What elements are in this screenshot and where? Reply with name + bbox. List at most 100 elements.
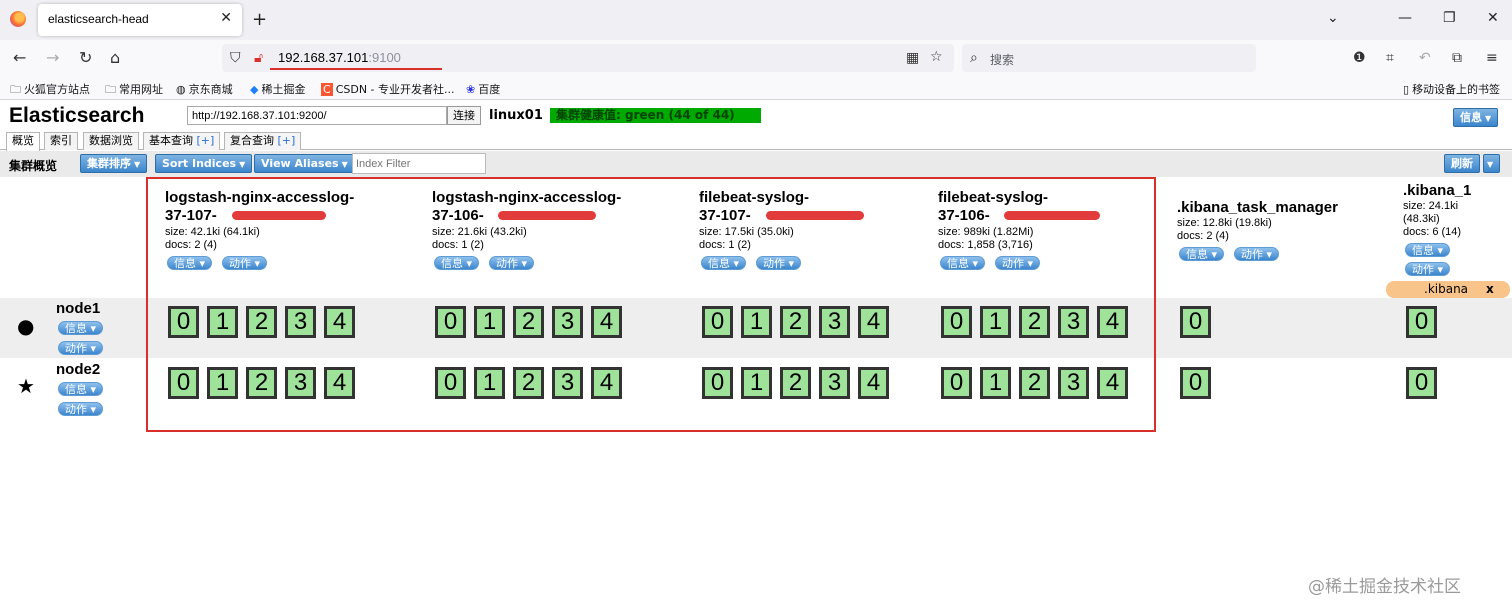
shard[interactable]: 2: [246, 306, 277, 338]
shard[interactable]: 0: [941, 306, 972, 338]
shard[interactable]: 4: [858, 367, 889, 399]
shard[interactable]: 2: [513, 367, 544, 399]
shard[interactable]: 0: [1406, 306, 1437, 338]
qr-code-icon[interactable]: ▦: [906, 50, 919, 66]
node-info-button[interactable]: 信息 ▾: [58, 321, 104, 335]
tab-overview[interactable]: 概览: [6, 132, 40, 151]
shard[interactable]: 0: [1180, 367, 1211, 399]
shard[interactable]: 4: [1097, 367, 1128, 399]
index-info-button[interactable]: 信息 ▾: [167, 256, 213, 270]
tab-list-chevron-icon[interactable]: ⌄: [1327, 10, 1339, 26]
new-tab-icon[interactable]: +: [252, 9, 267, 30]
node-action-button[interactable]: 动作 ▾: [58, 402, 104, 416]
tab-indices[interactable]: 索引: [44, 132, 78, 150]
shield-icon[interactable]: ⛉: [230, 50, 241, 66]
restore-icon[interactable]: ❐: [1443, 10, 1456, 26]
node-action-button[interactable]: 动作 ▾: [58, 341, 104, 355]
crop-icon[interactable]: ⌗: [1386, 50, 1394, 66]
mobile-bookmarks[interactable]: ▯ 移动设备上的书签: [1403, 81, 1500, 97]
shard[interactable]: 2: [246, 367, 277, 399]
index-info-button[interactable]: 信息 ▾: [940, 256, 986, 270]
browser-tab[interactable]: elasticsearch-head ✕: [38, 4, 242, 36]
index-action-button[interactable]: 动作 ▾: [222, 256, 268, 270]
notification-badge-icon[interactable]: ❶: [1353, 50, 1366, 66]
shard[interactable]: 3: [552, 306, 583, 338]
shard[interactable]: 3: [819, 367, 850, 399]
tab-basic-query[interactable]: 基本查询 [+]: [143, 132, 221, 150]
shard[interactable]: 1: [741, 367, 772, 399]
tab-compound-query[interactable]: 复合查询 [+]: [224, 132, 302, 150]
tab-browser[interactable]: 数据浏览: [83, 132, 139, 150]
shard[interactable]: 1: [207, 306, 238, 338]
index-action-button[interactable]: 动作 ▾: [995, 256, 1041, 270]
minimize-icon[interactable]: —: [1398, 10, 1412, 26]
refresh-dropdown-button[interactable]: ▼: [1483, 154, 1500, 173]
shard[interactable]: 4: [1097, 306, 1128, 338]
forward-icon[interactable]: →: [46, 48, 59, 67]
back-icon[interactable]: ←: [13, 48, 26, 67]
info-menu-button[interactable]: 信息 ▼: [1453, 108, 1499, 127]
address-bar[interactable]: ⛉ 🔓︎ 192.168.37.101:9100 ▦ ☆: [222, 44, 954, 72]
index-info-button[interactable]: 信息 ▾: [434, 256, 480, 270]
shard[interactable]: 4: [858, 306, 889, 338]
shard[interactable]: 1: [980, 367, 1011, 399]
shard[interactable]: 0: [702, 306, 733, 338]
shard[interactable]: 3: [552, 367, 583, 399]
bookmark-item[interactable]: 🗀 火狐官方站点: [10, 81, 90, 100]
shard[interactable]: 4: [591, 367, 622, 399]
shard[interactable]: 1: [741, 306, 772, 338]
shard[interactable]: 3: [285, 306, 316, 338]
index-info-button[interactable]: 信息 ▾: [1179, 247, 1225, 261]
shard[interactable]: 4: [324, 306, 355, 338]
index-info-button[interactable]: 信息 ▾: [1405, 243, 1451, 257]
bookmark-item[interactable]: 🗀 常用网址: [105, 81, 163, 100]
menu-icon[interactable]: ≡: [1486, 50, 1498, 66]
cluster-url-input[interactable]: [187, 106, 447, 125]
connect-button[interactable]: 连接: [447, 106, 481, 125]
bookmark-item[interactable]: ◆ 稀土掘金: [250, 81, 305, 97]
shard[interactable]: 1: [207, 367, 238, 399]
url-text[interactable]: 192.168.37.101:9100: [278, 50, 401, 65]
shard[interactable]: 0: [1180, 306, 1211, 338]
shard[interactable]: 0: [435, 306, 466, 338]
shard[interactable]: 4: [591, 306, 622, 338]
bookmark-item[interactable]: C CSDN - 专业开发者社...: [321, 81, 455, 97]
home-icon[interactable]: ⌂: [110, 48, 120, 67]
index-action-button[interactable]: 动作 ▾: [756, 256, 802, 270]
index-action-button[interactable]: 动作 ▾: [489, 256, 535, 270]
view-aliases-button[interactable]: View Aliases ▼: [254, 154, 355, 173]
shard[interactable]: 0: [1406, 367, 1437, 399]
reload-icon[interactable]: ↻: [79, 48, 92, 67]
close-window-icon[interactable]: ✕: [1487, 10, 1499, 26]
shard[interactable]: 3: [1058, 367, 1089, 399]
shard[interactable]: 2: [513, 306, 544, 338]
index-action-button[interactable]: 动作 ▾: [1234, 247, 1280, 261]
shard[interactable]: 0: [168, 367, 199, 399]
shard[interactable]: 3: [1058, 306, 1089, 338]
shard[interactable]: 4: [324, 367, 355, 399]
shard[interactable]: 1: [980, 306, 1011, 338]
insecure-lock-icon[interactable]: 🔓︎: [254, 50, 263, 66]
index-info-button[interactable]: 信息 ▾: [701, 256, 747, 270]
shard[interactable]: 2: [780, 306, 811, 338]
extensions-icon[interactable]: ⧉: [1452, 50, 1462, 66]
index-filter-input[interactable]: [352, 153, 486, 174]
shard[interactable]: 0: [941, 367, 972, 399]
undo-icon[interactable]: ↶: [1419, 50, 1431, 66]
shard[interactable]: 0: [435, 367, 466, 399]
bookmark-star-icon[interactable]: ☆: [930, 49, 943, 65]
alias-close-icon[interactable]: x: [1486, 282, 1494, 296]
tab-close-icon[interactable]: ✕: [220, 10, 232, 26]
node-info-button[interactable]: 信息 ▾: [58, 382, 104, 396]
cluster-sort-button[interactable]: 集群排序 ▼: [80, 154, 148, 173]
shard[interactable]: 2: [1019, 306, 1050, 338]
search-bar[interactable]: ⌕ 搜索: [962, 44, 1256, 72]
shard[interactable]: 3: [819, 306, 850, 338]
shard[interactable]: 1: [474, 367, 505, 399]
refresh-button[interactable]: 刷新: [1444, 154, 1480, 173]
bookmark-item[interactable]: ◍ 京东商城: [176, 81, 233, 97]
index-action-button[interactable]: 动作 ▾: [1405, 262, 1451, 276]
shard[interactable]: 3: [285, 367, 316, 399]
sort-indices-button[interactable]: Sort Indices ▼: [155, 154, 253, 173]
alias-tag[interactable]: .kibana x: [1386, 281, 1510, 298]
